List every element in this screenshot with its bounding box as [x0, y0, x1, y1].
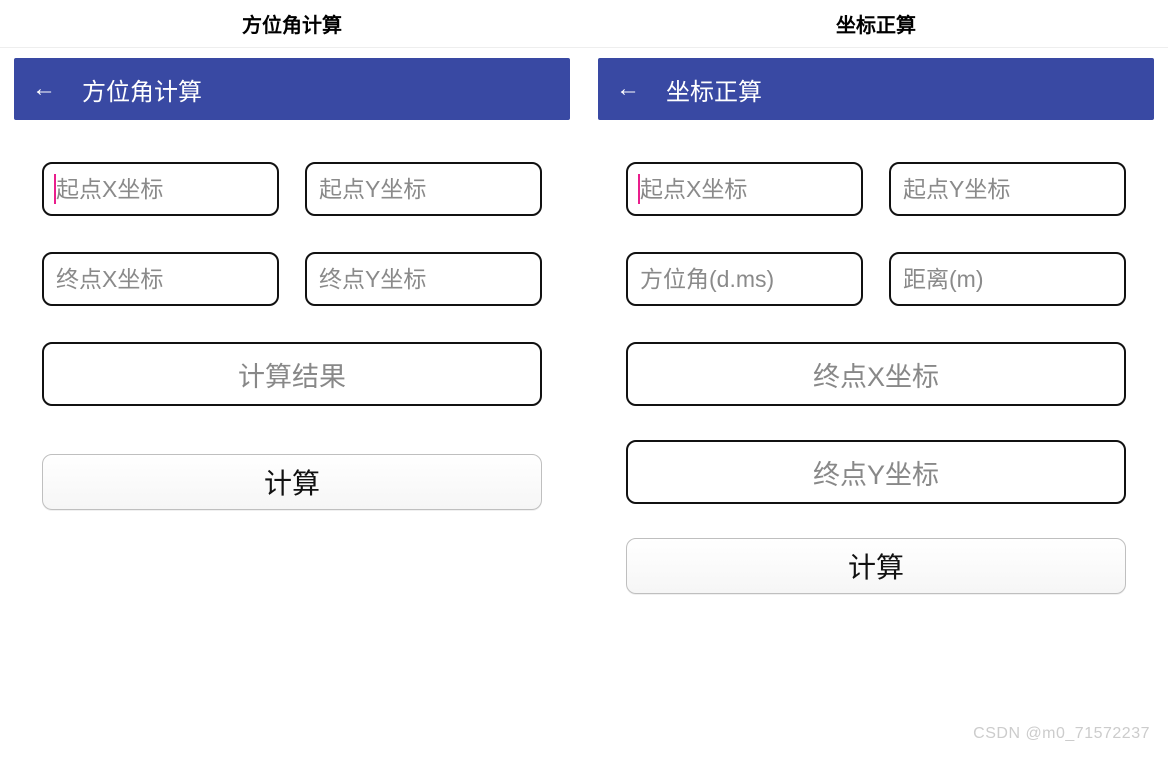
content-left: 计算结果 计算: [14, 120, 570, 510]
pane-azimuth: 方位角计算 ← 方位角计算: [0, 0, 584, 757]
distance-input[interactable]: [903, 266, 1112, 293]
appbar-right: ← 坐标正算: [598, 58, 1154, 120]
start-x-input[interactable]: [640, 176, 849, 203]
appbar-title-left: 方位角计算: [82, 72, 202, 107]
end-y-input[interactable]: [319, 266, 528, 293]
phone-frame-left: ← 方位角计算 计算结果 计算: [14, 58, 570, 757]
appbar-title-right: 坐标正算: [666, 72, 762, 107]
end-x-field[interactable]: [42, 252, 279, 306]
compute-button[interactable]: 计算: [626, 538, 1126, 594]
result-x-output: 终点X坐标: [626, 342, 1126, 406]
distance-field[interactable]: [889, 252, 1126, 306]
result-output: 计算结果: [42, 342, 542, 406]
result-y-output: 终点Y坐标: [626, 440, 1126, 504]
start-y-input[interactable]: [903, 176, 1112, 203]
appbar-left: ← 方位角计算: [14, 58, 570, 120]
start-y-field[interactable]: [305, 162, 542, 216]
text-caret: [54, 174, 56, 204]
tab-title-right: 坐标正算: [584, 0, 1168, 48]
back-arrow-icon[interactable]: ←: [32, 77, 60, 101]
pane-coord-forward: 坐标正算 ← 坐标正算: [584, 0, 1168, 757]
compute-button[interactable]: 计算: [42, 454, 542, 510]
content-right: 终点X坐标 终点Y坐标 计算: [598, 120, 1154, 594]
start-x-input[interactable]: [56, 176, 265, 203]
azimuth-field[interactable]: [626, 252, 863, 306]
end-x-input[interactable]: [56, 266, 265, 293]
start-x-field[interactable]: [42, 162, 279, 216]
start-y-field[interactable]: [889, 162, 1126, 216]
azimuth-input[interactable]: [640, 266, 849, 293]
start-y-input[interactable]: [319, 176, 528, 203]
text-caret: [638, 174, 640, 204]
back-arrow-icon[interactable]: ←: [616, 77, 644, 101]
end-y-field[interactable]: [305, 252, 542, 306]
phone-frame-right: ← 坐标正算 终点X坐标 终点Y坐: [598, 58, 1154, 757]
tab-title-left: 方位角计算: [0, 0, 584, 48]
start-x-field[interactable]: [626, 162, 863, 216]
